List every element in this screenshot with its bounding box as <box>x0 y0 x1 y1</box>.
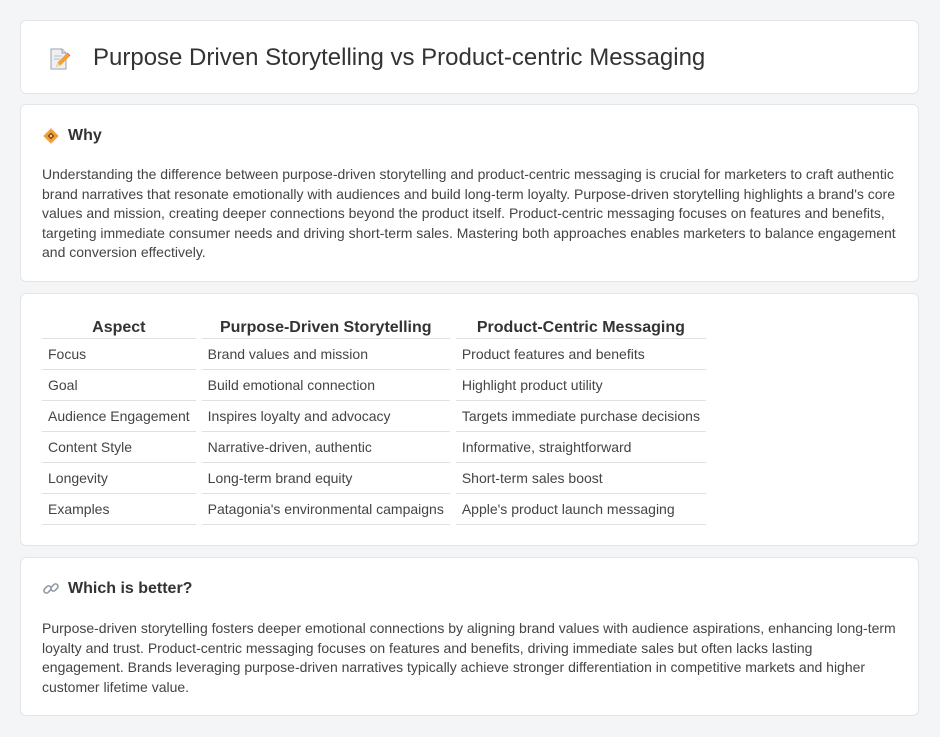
why-card: Why Understanding the difference between… <box>20 104 919 282</box>
table-row: Focus Brand values and mission Product f… <box>42 339 706 370</box>
comparison-card: Aspect Purpose-Driven Storytelling Produ… <box>20 293 919 546</box>
better-text: Purpose-driven storytelling fosters deep… <box>42 620 896 695</box>
table-cell: Longevity <box>42 463 196 494</box>
table-cell: Narrative-driven, authentic <box>201 432 450 463</box>
table-cell: Build emotional connection <box>201 370 450 401</box>
better-heading-row: Which is better? <box>42 580 192 598</box>
memo-pencil-icon <box>50 48 71 70</box>
table-row: Audience Engagement Inspires loyalty and… <box>42 401 706 432</box>
table-cell: Product features and benefits <box>455 339 706 370</box>
table-cell: Long-term brand equity <box>201 463 450 494</box>
link-icon <box>43 583 59 594</box>
table-cell: Patagonia's environmental campaigns <box>201 494 450 525</box>
better-heading: Which is better? <box>68 580 193 597</box>
table-cell: Short-term sales boost <box>455 463 706 494</box>
why-heading-row: Why <box>42 127 102 145</box>
why-heading: Why <box>68 127 102 144</box>
table-row: Content Style Narrative-driven, authenti… <box>42 432 706 463</box>
table-cell: Inspires loyalty and advocacy <box>201 401 450 432</box>
table-cell: Highlight product utility <box>455 370 706 401</box>
column-header: Aspect <box>42 316 196 339</box>
table-cell: Targets immediate purchase decisions <box>455 401 706 432</box>
table-cell: Brand values and mission <box>201 339 450 370</box>
table-row: Examples Patagonia's environmental campa… <box>42 494 706 525</box>
table-header-row: Aspect Purpose-Driven Storytelling Produ… <box>42 316 706 339</box>
table-cell: Goal <box>42 370 196 401</box>
table-cell: Audience Engagement <box>42 401 196 432</box>
table-cell: Informative, straightforward <box>455 432 706 463</box>
table-cell: Examples <box>42 494 196 525</box>
why-text: Understanding the difference between pur… <box>42 166 896 260</box>
which-better-card: Which is better? Purpose-driven storytel… <box>20 557 919 716</box>
table-cell: Focus <box>42 339 196 370</box>
table-row: Longevity Long-term brand equity Short-t… <box>42 463 706 494</box>
title-card: Purpose Driven Storytelling vs Product-c… <box>20 20 919 94</box>
column-header: Product-Centric Messaging <box>455 316 706 339</box>
comparison-table: Aspect Purpose-Driven Storytelling Produ… <box>36 316 712 525</box>
column-header: Purpose-Driven Storytelling <box>201 316 450 339</box>
diamond-sparkle-icon <box>43 128 59 144</box>
table-cell: Content Style <box>42 432 196 463</box>
page-title: Purpose Driven Storytelling vs Product-c… <box>93 44 706 71</box>
table-row: Goal Build emotional connection Highligh… <box>42 370 706 401</box>
table-cell: Apple's product launch messaging <box>455 494 706 525</box>
